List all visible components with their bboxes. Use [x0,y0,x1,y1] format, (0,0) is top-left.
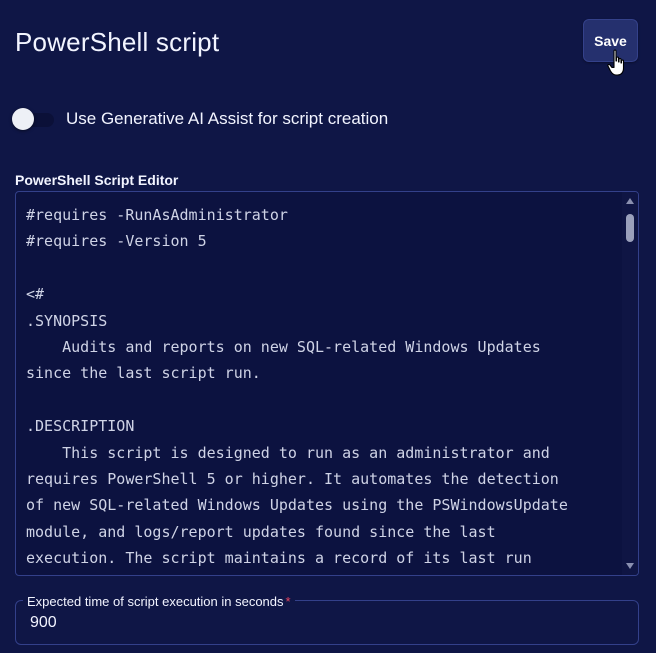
script-editor[interactable]: #requires -RunAsAdministrator #requires … [15,191,639,576]
execution-time-input[interactable] [30,614,590,632]
toggle-knob [12,108,34,130]
ai-assist-toggle[interactable] [12,108,54,130]
ai-assist-row: Use Generative AI Assist for script crea… [12,104,388,134]
script-code[interactable]: #requires -RunAsAdministrator #requires … [26,202,618,575]
page-title: PowerShell script [15,27,220,57]
save-button[interactable]: Save [583,19,638,62]
execution-time-field: Expected time of script execution in sec… [15,594,639,645]
editor-scrollbar[interactable] [622,192,638,575]
script-editor-label: PowerShell Script Editor [15,172,179,188]
scroll-up-arrow-icon[interactable] [626,198,634,204]
required-mark: * [285,594,291,609]
scroll-thumb[interactable] [626,214,634,242]
scroll-down-arrow-icon[interactable] [626,563,634,569]
execution-time-label-text: Expected time of script execution in sec… [27,594,284,609]
ai-assist-label: Use Generative AI Assist for script crea… [66,109,389,128]
execution-time-label: Expected time of script execution in sec… [23,594,295,609]
